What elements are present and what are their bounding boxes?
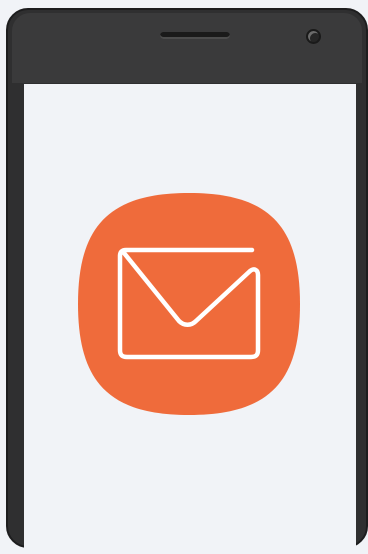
email-app-icon[interactable] [78,193,300,415]
phone-frame [6,8,368,554]
app-icon-background [78,193,300,415]
phone-top-bezel [12,13,362,83]
front-camera [306,29,321,44]
earpiece-speaker [160,32,230,39]
mail-icon [78,193,300,415]
phone-screen [24,84,356,554]
